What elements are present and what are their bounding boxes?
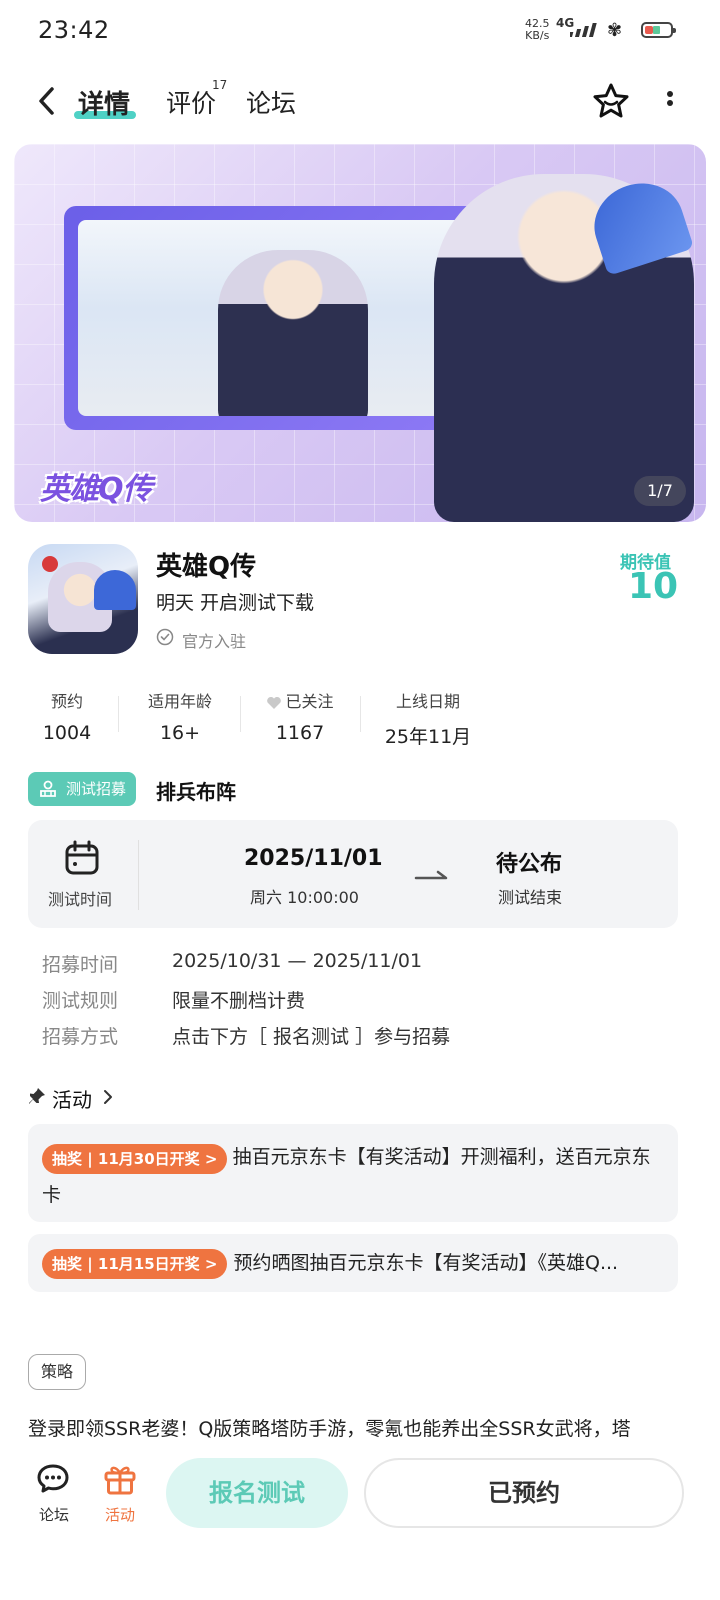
stat-divider <box>118 696 119 732</box>
game-app-icon <box>28 544 138 654</box>
status-bar: 23:42 42.5 KB/s 4G ✾ <box>0 0 720 64</box>
tab-forum[interactable]: 论坛 <box>246 84 296 120</box>
signup-test-button[interactable]: 报名测试 <box>166 1458 348 1528</box>
test-card-divider <box>138 840 139 910</box>
stat-label: 已关注 <box>258 688 342 712</box>
test-end-title: 待公布 <box>496 852 563 877</box>
rule-label: 测试规则 <box>42 990 119 1012</box>
stat-value: 25年11月 <box>384 726 472 748</box>
net-speed-unit: KB/s <box>525 29 550 42</box>
bottom-action-bar: 论坛 活动 报名测试 已预约 <box>0 1440 720 1600</box>
activity-label: 活动 <box>104 1506 135 1524</box>
official-check-icon <box>156 628 174 646</box>
recruit-tag-label: 测试招募 <box>66 780 127 798</box>
tab-detail[interactable]: 详情 <box>78 84 130 121</box>
game-subtitle: 明天 开启测试下载 <box>156 592 315 614</box>
test-start-time: 周六 10:00:00 <box>250 888 359 907</box>
reserved-button[interactable]: 已预约 <box>364 1458 684 1528</box>
test-time-card: 测试时间 2025/11/01 周六 10:00:00 待公布 测试结束 <box>28 820 678 928</box>
heart-icon <box>267 696 282 709</box>
test-end-label: 测试结束 <box>498 888 563 907</box>
test-start-date: 2025/11/01 <box>244 846 383 871</box>
stat-divider <box>240 696 241 732</box>
battery-icon <box>641 22 676 38</box>
stat-followers: 已关注 1167 <box>258 688 342 744</box>
banner-carousel[interactable]: 英雄Q传 <box>14 144 706 522</box>
banner-page-indicator: 1/7 <box>634 476 686 506</box>
signal-icon <box>570 23 597 37</box>
strategy-tag[interactable]: 策略 <box>28 1354 87 1390</box>
rule-value: 点击下方［ 报名测试 ］参与招募 <box>172 1026 451 1048</box>
bottom-forum-button[interactable]: 论坛 <box>30 1462 78 1525</box>
stat-release-date: 上线日期 25年11月 <box>378 688 478 749</box>
activity-item[interactable]: 抽奖 | 11月30日开奖 > 抽百元京东卡【有奖活动】开测福利，送百元京东卡 <box>28 1124 678 1222</box>
test-time-label: 测试时间 <box>48 890 113 909</box>
stat-value: 1167 <box>275 722 325 744</box>
stat-label-text: 已关注 <box>285 692 334 711</box>
rule-label: 招募方式 <box>42 1026 119 1048</box>
recruit-icon <box>40 780 56 797</box>
banner-scene <box>78 220 470 416</box>
activity-title: 活动 <box>52 1088 92 1112</box>
stat-age: 适用年龄 16+ <box>140 688 220 744</box>
stat-label: 适用年龄 <box>147 692 212 711</box>
banner-game-logo: 英雄Q传 <box>40 472 153 507</box>
tab-review[interactable]: 评价 <box>166 84 216 120</box>
back-icon[interactable] <box>32 84 62 118</box>
stat-reservations: 预约 1004 <box>36 688 98 744</box>
stat-value: 1004 <box>42 722 92 744</box>
activity-text: 预约晒图抽百元京东卡【有奖活动】《英雄Q... <box>233 1252 619 1274</box>
recruit-tag: 测试招募 <box>28 772 137 806</box>
official-label: 官方入驻 <box>182 632 247 651</box>
recruit-title: 排兵布阵 <box>156 780 236 804</box>
review-count: 17 <box>212 78 228 92</box>
banner-character-small <box>218 250 368 416</box>
lottery-badge: 抽奖 | 11月15日开奖 > <box>42 1248 228 1279</box>
rule-label: 招募时间 <box>42 954 119 976</box>
net-speed: 42.5 KB/s <box>525 18 550 42</box>
banner-frame <box>64 206 484 430</box>
more-icon[interactable] <box>663 90 677 116</box>
rule-value: 2025/10/31 — 2025/11/01 <box>172 950 423 972</box>
chevron-right-icon <box>104 1090 112 1104</box>
activity-item[interactable]: 抽奖 | 11月15日开奖 > 预约晒图抽百元京东卡【有奖活动】《英雄Q... <box>28 1234 678 1292</box>
stat-label: 上线日期 <box>395 692 460 711</box>
stat-label: 预约 <box>50 692 83 711</box>
game-title: 英雄Q传 <box>156 552 257 582</box>
pin-icon <box>29 1088 45 1104</box>
calendar-icon <box>65 840 99 875</box>
gift-icon <box>104 1466 136 1495</box>
stat-value: 16+ <box>159 722 201 744</box>
lottery-badge: 抽奖 | 11月30日开奖 > <box>42 1143 228 1174</box>
game-description: 登录即领SSR老婆！Q版策略塔防手游，零氪也能养出全SSR女武将，塔 <box>28 1418 631 1440</box>
butterfly-icon: ✾ <box>607 20 623 41</box>
status-time: 23:42 <box>38 16 110 44</box>
arrow-right-icon <box>414 870 448 880</box>
star-icon[interactable] <box>592 82 630 120</box>
rule-value: 限量不删档计费 <box>172 990 306 1012</box>
forum-icon <box>37 1464 69 1493</box>
expect-value: 10 <box>628 566 679 607</box>
forum-label: 论坛 <box>38 1506 69 1524</box>
activity-row: 抽奖 | 11月15日开奖 > 预约晒图抽百元京东卡【有奖活动】《英雄Q... <box>42 1248 664 1279</box>
bottom-activity-button[interactable]: 活动 <box>96 1462 144 1525</box>
stat-divider <box>360 696 361 732</box>
